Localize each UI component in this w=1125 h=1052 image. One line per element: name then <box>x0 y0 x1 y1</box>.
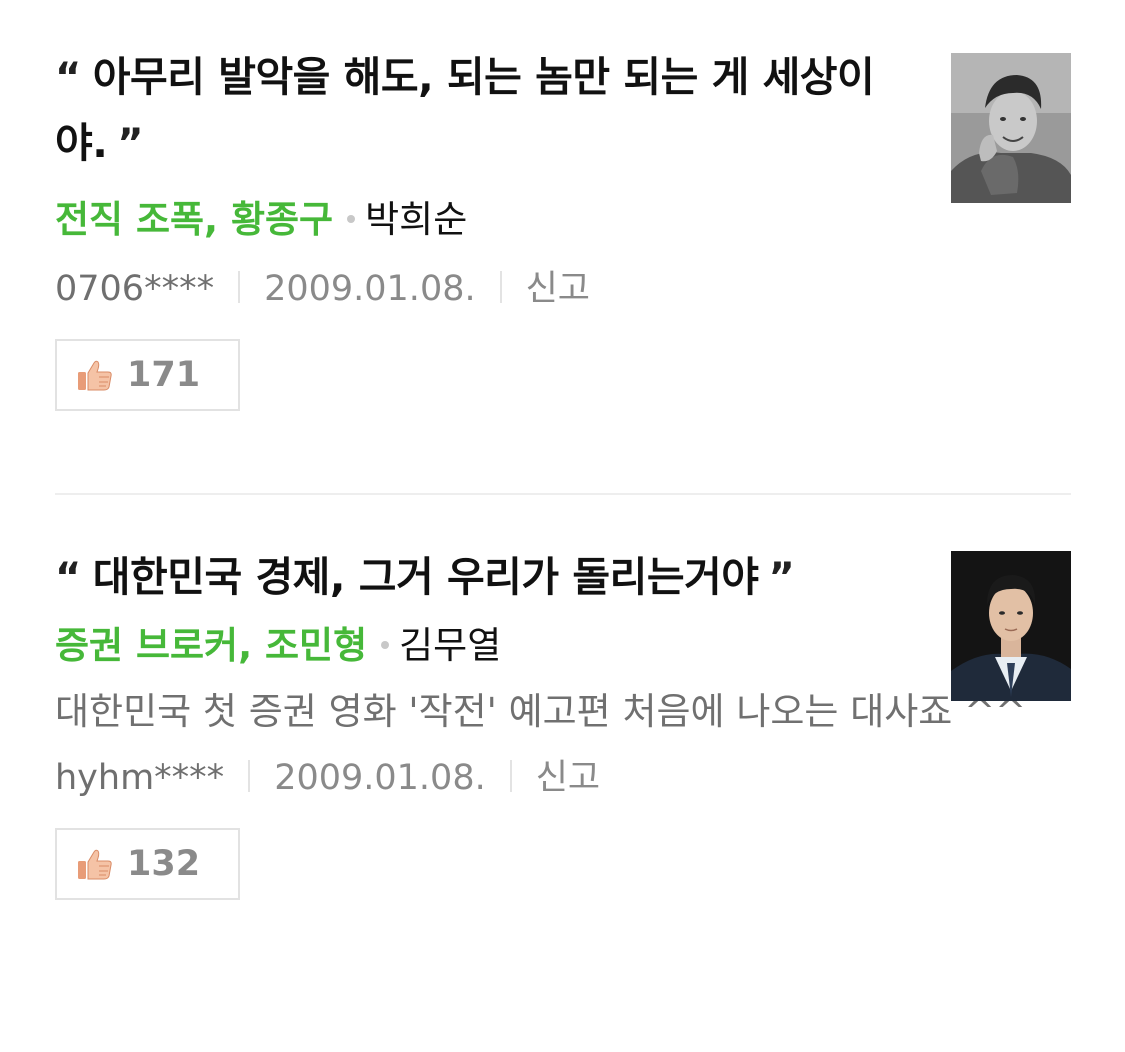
quote-text: 대한민국 경제, 그거 우리가 돌리는거야 <box>92 553 759 601</box>
post-date: 2009.01.08. <box>264 269 476 309</box>
separator-dot <box>347 214 356 223</box>
open-quote-mark: “ <box>55 555 81 601</box>
comment-text: 대한민국 첫 증권 영화 '작전' 예고편 처음에 나오는 대사죠 ^^ <box>55 690 1027 733</box>
famous-line-quote: “대한민국 경제, 그거 우리가 돌리는거야” <box>55 545 925 611</box>
famous-line-quote: “아무리 발악을 해도, 되는 놈만 되는 게 세상이야.” <box>55 45 925 177</box>
entry-divider <box>55 493 1071 495</box>
like-count: 171 <box>127 355 201 395</box>
user-id: 0706**** <box>55 269 215 309</box>
actor-name-link[interactable]: 김무열 <box>399 624 501 667</box>
quote-text: 아무리 발악을 해도, 되는 놈만 되는 게 세상이야. <box>55 53 875 167</box>
meta-divider <box>248 760 251 792</box>
post-date: 2009.01.08. <box>274 758 486 798</box>
like-button[interactable]: 132 <box>55 828 241 900</box>
actor-photo[interactable] <box>951 53 1071 203</box>
like-button[interactable]: 171 <box>55 339 241 411</box>
close-quote-mark: ” <box>768 555 795 601</box>
actor-photo[interactable] <box>951 551 1071 701</box>
actor-name-link[interactable]: 박희순 <box>365 198 467 241</box>
like-count: 132 <box>127 844 201 884</box>
thumbs-up-icon <box>78 849 112 880</box>
best-line-entry: “대한민국 경제, 그거 우리가 돌리는거야” 증권 브로커, 조민형 김무열 대… <box>55 545 1071 900</box>
report-link[interactable]: 신고 <box>536 758 600 798</box>
meta-divider <box>499 271 502 303</box>
role-and-actor: 전직 조폭, 황종구 박희순 <box>55 195 1071 245</box>
meta-divider <box>238 271 241 303</box>
actor-portrait-icon <box>951 53 1071 203</box>
actor-portrait-icon <box>951 551 1071 701</box>
meta-divider <box>509 760 512 792</box>
separator-dot <box>381 640 390 649</box>
role-and-actor: 증권 브로커, 조민형 김무열 <box>55 621 1071 671</box>
report-link[interactable]: 신고 <box>526 269 590 309</box>
role-name-link[interactable]: 전직 조폭, 황종구 <box>55 198 333 241</box>
role-name-link[interactable]: 증권 브로커, 조민형 <box>55 624 367 667</box>
thumbs-up-icon <box>78 360 112 391</box>
best-line-entry: “아무리 발악을 해도, 되는 놈만 되는 게 세상이야.” 전직 조폭, 황종… <box>55 45 1071 411</box>
open-quote-mark: “ <box>55 55 81 101</box>
comment-meta: 0706**** 2009.01.08. 신고 <box>55 267 1071 311</box>
comment-meta: hyhm**** 2009.01.08. 신고 <box>55 756 1071 800</box>
user-id: hyhm**** <box>55 758 225 798</box>
close-quote-mark: ” <box>117 121 144 167</box>
